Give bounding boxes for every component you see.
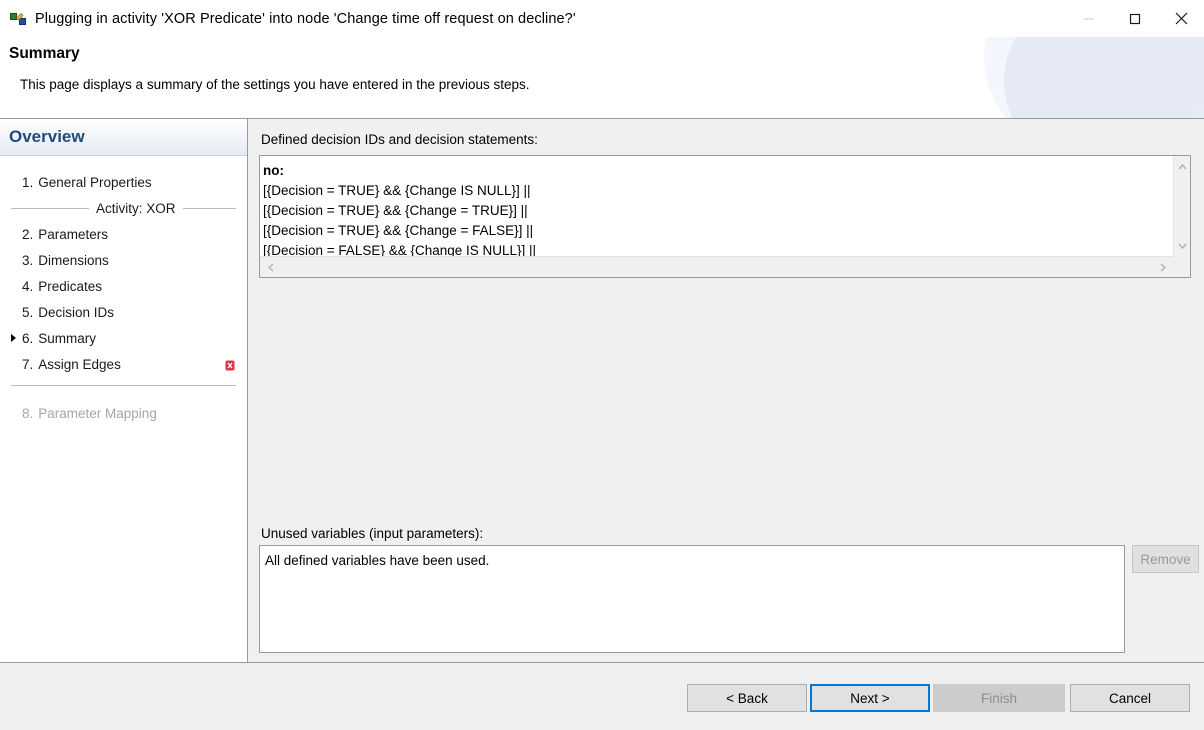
step-label: Parameters — [38, 226, 109, 242]
page-header: Summary This page displays a summary of … — [0, 37, 1204, 119]
horizontal-scrollbar[interactable] — [260, 256, 1173, 277]
window-title: Plugging in activity 'XOR Predicate' int… — [35, 10, 576, 27]
step-number: 7. — [22, 356, 34, 372]
page-description: This page displays a summary of the sett… — [20, 77, 530, 92]
step-list: 1. General Properties Activity: XOR 2. P… — [0, 156, 247, 426]
step-label: General Properties — [38, 174, 152, 190]
step-number: 4. — [22, 278, 34, 294]
content-panel: Defined decision IDs and decision statem… — [248, 119, 1204, 662]
step-label: Summary — [38, 330, 97, 346]
unused-variables-box[interactable]: All defined variables have been used. — [259, 545, 1125, 653]
step-label: Dimensions — [38, 252, 109, 268]
page-title: Summary — [9, 45, 80, 62]
unused-variables-value: All defined variables have been used. — [265, 553, 490, 568]
sidebar-item-parameter-mapping: 8. Parameter Mapping — [0, 400, 247, 426]
overview-sidebar: Overview 1. General Properties Activity:… — [0, 119, 248, 662]
close-icon — [1175, 12, 1187, 25]
remove-button: Remove — [1132, 545, 1199, 573]
body-area: Overview 1. General Properties Activity:… — [0, 119, 1204, 662]
window-controls — [1066, 0, 1204, 37]
close-button[interactable] — [1158, 0, 1204, 37]
next-button[interactable]: Next > — [810, 684, 930, 712]
decision-line: [{Decision = TRUE} && {Change = FALSE}] … — [263, 223, 534, 238]
activity-separator-label: Activity: XOR — [96, 200, 176, 216]
vertical-scrollbar[interactable] — [1173, 156, 1190, 256]
step-number: 1. — [22, 174, 34, 190]
step-label: Decision IDs — [38, 304, 115, 320]
scroll-right-icon[interactable] — [1154, 257, 1171, 278]
sidebar-item-decision-ids[interactable]: 5. Decision IDs — [0, 299, 247, 325]
step-label: Parameter Mapping — [38, 405, 157, 421]
sidebar-item-summary[interactable]: 6. Summary — [0, 325, 247, 351]
step-number: 6. — [22, 330, 34, 346]
footer-button-bar: < Back Next > Finish Cancel — [0, 662, 1204, 730]
maximize-button[interactable] — [1112, 0, 1158, 37]
sidebar-item-general-properties[interactable]: 1. General Properties — [0, 169, 247, 195]
overview-header: Overview — [0, 119, 247, 156]
decision-line: [{Decision = TRUE} && {Change IS NULL}] … — [263, 183, 531, 198]
decision-line: [{Decision = FALSE} && {Change IS NULL}]… — [263, 243, 537, 256]
step-label: Predicates — [38, 278, 103, 294]
decision-line: no: — [263, 163, 284, 178]
minimize-icon — [1084, 18, 1094, 19]
separator-line-right — [182, 207, 236, 209]
scroll-up-icon[interactable] — [1174, 158, 1191, 175]
step-number: 5. — [22, 304, 34, 320]
current-step-marker-icon — [11, 334, 16, 342]
sidebar-item-predicates[interactable]: 4. Predicates — [0, 273, 247, 299]
step-number: 3. — [22, 252, 34, 268]
header-watermark — [1004, 37, 1204, 119]
cancel-button[interactable]: Cancel — [1070, 684, 1190, 712]
back-button[interactable]: < Back — [687, 684, 807, 712]
title-bar: Plugging in activity 'XOR Predicate' int… — [0, 0, 1204, 37]
unused-variables-label: Unused variables (input parameters): — [261, 526, 484, 541]
maximize-icon — [1129, 13, 1141, 24]
error-icon — [225, 359, 235, 370]
overview-heading: Overview — [9, 127, 85, 146]
decision-statements-box[interactable]: no: [{Decision = TRUE} && {Change IS NUL… — [259, 155, 1191, 278]
plug-activity-icon — [10, 11, 26, 27]
step-number: 2. — [22, 226, 34, 242]
minimize-button[interactable] — [1066, 0, 1112, 37]
sidebar-item-dimensions[interactable]: 3. Dimensions — [0, 247, 247, 273]
finish-button: Finish — [933, 684, 1065, 712]
step-number: 8. — [22, 405, 34, 421]
scrollbar-corner — [1173, 256, 1190, 277]
activity-separator: Activity: XOR — [0, 195, 247, 221]
step-label: Assign Edges — [38, 356, 121, 372]
decisions-label: Defined decision IDs and decision statem… — [261, 132, 538, 147]
scroll-left-icon[interactable] — [262, 257, 279, 278]
scroll-down-icon[interactable] — [1174, 237, 1191, 254]
decision-line: [{Decision = TRUE} && {Change = TRUE}] |… — [263, 203, 528, 218]
sidebar-item-parameters[interactable]: 2. Parameters — [0, 221, 247, 247]
sidebar-item-assign-edges[interactable]: 7. Assign Edges — [0, 351, 247, 377]
separator-line-left — [11, 207, 89, 209]
decision-statements-text: no: [{Decision = TRUE} && {Change IS NUL… — [260, 156, 1173, 256]
